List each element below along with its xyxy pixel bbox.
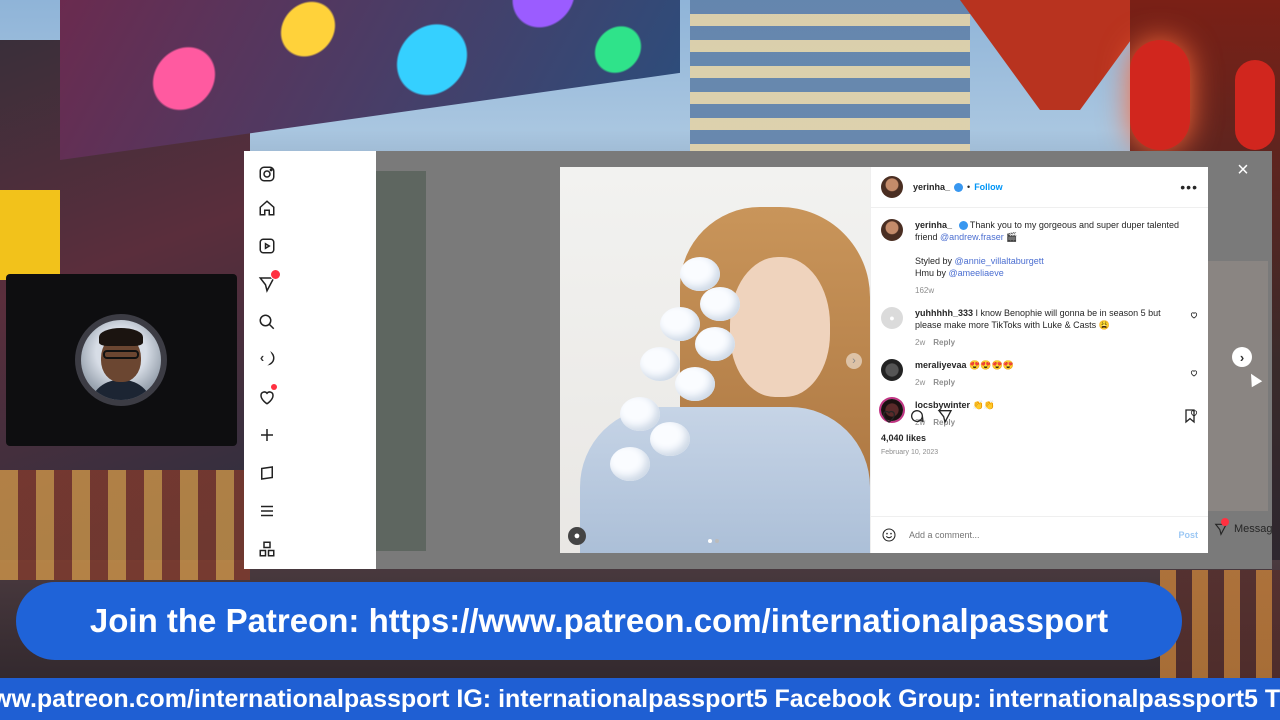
caption-mention-link[interactable]: @andrew.fraser (940, 232, 1004, 242)
hmu-by-mention-link[interactable]: @ameeliaeve (949, 268, 1004, 278)
carousel-dots (708, 539, 719, 543)
streamer-avatar (81, 320, 161, 400)
add-comment-bar: Post (871, 516, 1208, 553)
red-lantern (1130, 40, 1190, 150)
comment-age: 2w (915, 338, 926, 347)
comment-username[interactable]: yuhhhhh_333 (915, 308, 973, 318)
avatar[interactable] (881, 219, 903, 241)
comment-icon[interactable] (909, 408, 925, 424)
comment-row: meraliyevaa 😍😍😍😍 2w Reply (881, 359, 1198, 389)
post-photo[interactable]: ● › (560, 167, 870, 553)
hmu-by-label: Hmu by (915, 268, 947, 278)
post-comment-button[interactable]: Post (1178, 530, 1198, 540)
post-username[interactable]: yerinha_ (913, 182, 950, 192)
messages-button[interactable]: Messages (1208, 515, 1272, 543)
messages-label: Messages (1234, 523, 1272, 535)
instagram-icon[interactable] (256, 163, 278, 185)
verified-badge-icon (954, 182, 964, 192)
comment-text: 😍😍😍😍 (969, 360, 1014, 370)
save-icon[interactable] (1182, 408, 1198, 424)
follow-button[interactable]: Follow (974, 182, 1003, 192)
comment-row: ● yuhhhhh_333 I know Benophie will gonna… (881, 307, 1198, 349)
reels-icon[interactable] (256, 235, 278, 257)
feed-tile (1208, 261, 1268, 511)
avatar[interactable] (881, 176, 903, 198)
tagged-user-icon[interactable]: ● (568, 527, 586, 545)
caption-row: yerinha_ Thank you to my gorgeous and su… (881, 219, 1198, 297)
share-icon[interactable] (937, 408, 953, 424)
shopfront-left (0, 470, 250, 580)
heart-icon[interactable] (256, 384, 278, 408)
avatar[interactable]: ● (881, 307, 903, 329)
feed-tile (376, 171, 426, 551)
like-icon[interactable] (881, 408, 897, 424)
create-icon[interactable] (256, 424, 278, 446)
reply-button[interactable]: Reply (933, 378, 955, 387)
red-lantern-small (1235, 60, 1275, 150)
patreon-banner: Join the Patreon: https://www.patreon.co… (16, 582, 1182, 660)
previous-post-button[interactable]: ‹ (252, 347, 272, 367)
styled-by-mention-link[interactable]: @annie_villaltaburgett (955, 256, 1044, 266)
post-modal: ● › yerinha_ • Follow ••• yerinha_ Thank… (560, 167, 1208, 553)
post-date: February 10, 2023 (881, 449, 939, 456)
social-ticker: ww.patreon.com/internationalpassport IG:… (0, 678, 1280, 720)
search-icon[interactable] (256, 311, 278, 333)
also-from-meta-icon[interactable] (256, 538, 278, 560)
post-actions: 4,040 likes February 10, 2023 (871, 403, 1208, 513)
likes-count[interactable]: 4,040 likes (881, 433, 926, 443)
like-comment-icon[interactable] (1190, 311, 1198, 319)
webcam-overlay (6, 274, 237, 446)
home-icon[interactable] (256, 197, 278, 219)
caption-username[interactable]: yerinha_ (915, 220, 952, 230)
carousel-next-icon[interactable]: › (846, 353, 862, 369)
graffiti-mural (60, 0, 680, 160)
reply-button[interactable]: Reply (933, 338, 955, 347)
avatar-glasses (103, 350, 139, 359)
caption-emoji: 🎬 (1006, 232, 1018, 242)
threads-icon[interactable] (256, 462, 278, 484)
instagram-feed-backdrop: ● › yerinha_ • Follow ••• yerinha_ Thank… (376, 151, 1272, 569)
styled-by-label: Styled by (915, 256, 953, 266)
comment-age: 2w (915, 378, 926, 387)
streamer-avatar-ring (75, 314, 167, 406)
avatar[interactable] (881, 359, 903, 381)
like-comment-icon[interactable] (1190, 369, 1198, 377)
office-tower (690, 0, 970, 160)
yellow-sign (0, 190, 60, 280)
avatar-hair (99, 328, 143, 346)
instagram-window: ● › yerinha_ • Follow ••• yerinha_ Thank… (244, 151, 1272, 569)
messenger-icon (1214, 518, 1229, 536)
post-details-panel: yerinha_ • Follow ••• yerinha_ Thank you… (870, 167, 1208, 553)
messenger-icon[interactable] (256, 269, 281, 295)
verified-badge-icon (958, 221, 968, 231)
post-header: yerinha_ • Follow ••• (871, 167, 1208, 208)
caption-age: 162w (915, 286, 935, 295)
notification-badge (270, 269, 281, 280)
separator-dot: • (967, 182, 971, 192)
next-post-button[interactable]: › (1232, 347, 1252, 367)
more-options-icon[interactable]: ••• (1180, 179, 1198, 195)
photo-orchids (600, 247, 750, 481)
avatar-shirt (89, 380, 153, 400)
comment-input[interactable] (907, 529, 1169, 541)
comment-username[interactable]: meraliyevaa (915, 360, 967, 370)
ticker-text: ww.patreon.com/internationalpassport IG:… (0, 685, 1280, 713)
close-icon[interactable]: × (1234, 160, 1252, 180)
menu-icon[interactable] (256, 500, 278, 522)
heart-badge (271, 384, 277, 390)
emoji-icon[interactable] (881, 527, 897, 543)
